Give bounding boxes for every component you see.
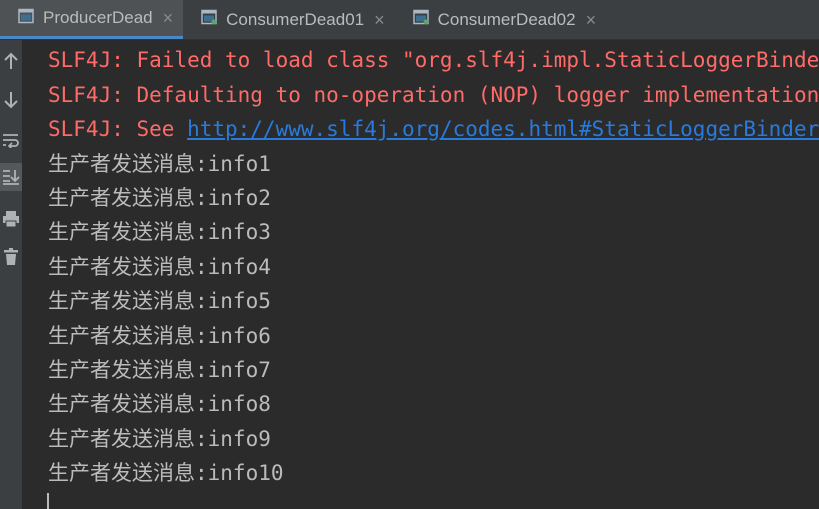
print-icon[interactable] (0, 205, 22, 233)
close-icon[interactable]: × (586, 11, 597, 29)
output-line: 生产者发送消息:info8 (48, 392, 271, 416)
scroll-to-end-icon[interactable] (0, 163, 22, 191)
log-see-prefix: SLF4J: See (48, 117, 188, 141)
tab-producer-dead[interactable]: ProducerDead × (0, 0, 184, 39)
log-error-line: SLF4J: Failed to load class "org.slf4j.i… (48, 48, 819, 72)
output-line: 生产者发送消息:info2 (48, 186, 271, 210)
tab-label: ConsumerDead01 (226, 9, 365, 29)
scroll-down-icon[interactable] (0, 86, 22, 114)
output-line: 生产者发送消息:info3 (48, 220, 271, 244)
output-line: 生产者发送消息:info4 (48, 255, 271, 279)
output-line: 生产者发送消息:info7 (48, 358, 271, 382)
console-window-icon (18, 8, 34, 29)
log-error-line: SLF4J: See http://www.slf4j.org/codes.ht… (48, 112, 819, 146)
tab-label: ConsumerDead02 (437, 9, 576, 29)
console-output[interactable]: SLF4J: Failed to load class "org.slf4j.i… (22, 40, 819, 509)
run-tab-bar: ProducerDead × ConsumerDead01 × Consumer… (0, 0, 819, 40)
slf4j-docs-link[interactable]: http://www.slf4j.org/codes.html#StaticLo… (187, 117, 819, 141)
close-icon[interactable]: × (374, 11, 385, 29)
log-error-line: SLF4J: Defaulting to no-operation (NOP) … (48, 83, 819, 107)
output-line: 生产者发送消息:info9 (48, 427, 271, 451)
output-line: 生产者发送消息:info6 (48, 324, 271, 348)
scroll-up-icon[interactable] (0, 47, 22, 75)
soft-wrap-icon[interactable] (0, 126, 22, 154)
tab-label: ProducerDead (43, 8, 153, 27)
text-cursor (47, 493, 49, 509)
output-line: 生产者发送消息:info10 (48, 461, 284, 485)
tab-consumer-dead02[interactable]: ConsumerDead02 × (395, 0, 606, 39)
console-toolbar (0, 40, 22, 509)
output-line: 生产者发送消息:info5 (48, 289, 271, 313)
output-line: 生产者发送消息:info1 (48, 152, 271, 176)
close-icon[interactable]: × (163, 9, 174, 27)
clear-all-icon[interactable] (0, 243, 22, 271)
tab-consumer-dead01[interactable]: ConsumerDead01 × (183, 0, 394, 39)
console-window-icon (201, 9, 217, 30)
console-window-icon (412, 9, 429, 30)
